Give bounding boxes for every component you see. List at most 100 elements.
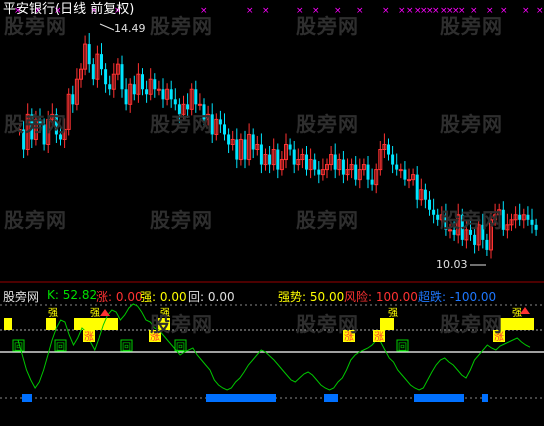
candle-body [194,89,198,105]
strong-block [380,318,394,330]
hui-label: 回: [188,290,205,304]
candle-body [313,159,317,170]
candle-body [288,144,292,150]
watermark: 股旁网 [150,14,213,38]
magenta-marker: × [432,6,440,16]
magenta-marker: × [536,6,544,16]
candle-body [407,179,411,182]
candle-body [370,179,374,185]
candle-body [235,139,239,160]
qiang-marker: 强 [512,307,522,319]
watermark: 股旁网 [150,312,213,336]
oversold-block [22,394,32,402]
candle-body [423,189,427,200]
candle-body [398,169,403,172]
zhang-marker: 涨 [84,331,94,343]
candle-body [71,94,75,105]
candle-body [169,89,173,100]
hui-readout: 回: 0.00 [188,288,235,305]
zhang-value: 0.00 [115,290,143,304]
candle-body [91,64,95,80]
candle-body [156,88,161,91]
candle-body [108,84,112,90]
candle-body [100,54,103,70]
oversold-block [482,394,488,402]
candle-body [341,159,345,175]
hui-marker: 回 [398,342,407,353]
candle-body [366,164,370,180]
candle-body [132,84,136,95]
zhang-readout: 涨: 0.00 [96,288,143,305]
watermark: 股旁网 [296,14,359,38]
watermark: 股旁网 [440,112,503,136]
candle-body [292,149,296,165]
candle-body [534,224,538,230]
candle-body [387,144,390,155]
candle-body [526,214,530,220]
oversold-block [414,394,464,402]
candle-body [268,154,272,165]
candle-body [259,144,263,165]
hui-value: 0.00 [207,290,235,304]
hui-marker: 回 [176,342,185,353]
k-value: 52.82 [62,288,98,302]
candle-body [530,219,534,225]
candle-body [197,103,202,106]
magenta-marker: × [246,6,254,16]
watermark: 股旁网 [4,112,67,136]
candle-body [227,134,231,145]
watermark: 股旁网 [440,14,503,38]
candle-body [317,169,321,175]
hui-marker: 回 [122,342,131,353]
fengxian-readout: 风险: 100.00 [344,288,418,305]
watermark: 股旁网 [150,112,213,136]
magenta-marker: × [398,6,406,16]
candle-body [124,89,128,105]
candle-body [473,234,477,245]
candle-body [153,79,157,90]
candle-body [485,239,489,250]
high-price-label: 14.49 [114,22,146,35]
candle-body [276,149,280,170]
candle-body [428,199,431,210]
candle-body [354,164,358,180]
red-triangle [100,309,110,316]
chaodie-value: -100.00 [449,290,497,304]
qiang-marker: 强 [388,307,398,319]
watermark: 股旁网 [440,312,503,336]
strong-block [46,318,56,330]
qiangshi-readout: 强势: 50.00 [278,288,344,305]
qiang-readout: 强: 0.00 [140,288,187,305]
oversold-block [324,394,338,402]
k-readout: K: 52.82 [47,288,97,302]
candle-body [518,214,522,220]
magenta-marker: × [262,6,270,16]
zhang-label: 涨: [96,290,113,304]
candle-body [251,134,255,150]
candle-body [104,69,108,85]
qiangshi-value: 50.00 [309,290,345,304]
qiang-value: 0.00 [159,290,187,304]
qiangshi-label: 强势: [278,290,307,304]
strong-block [74,318,118,330]
candle-body [415,174,419,200]
candle-body [218,119,222,125]
candle-body [223,124,226,135]
candle-body [391,154,395,165]
candle-body [305,154,308,170]
candle-body [403,169,407,180]
strong-block [500,318,534,330]
candle-body [173,99,177,105]
watermark: 股旁网 [296,112,359,136]
watermark: 股旁网 [4,208,67,232]
low-price-label: 10.03 [436,258,468,271]
candle-body [145,89,149,95]
watermark: 股旁网 [150,208,213,232]
qiang-marker: 强 [90,307,100,319]
chaodie-readout: 超跌: -100.00 [418,288,496,305]
watermark: 股旁网 [296,208,359,232]
candle-body [243,139,247,160]
candle-body [436,214,440,220]
candle-body [395,164,399,170]
high-pointer [99,23,115,31]
